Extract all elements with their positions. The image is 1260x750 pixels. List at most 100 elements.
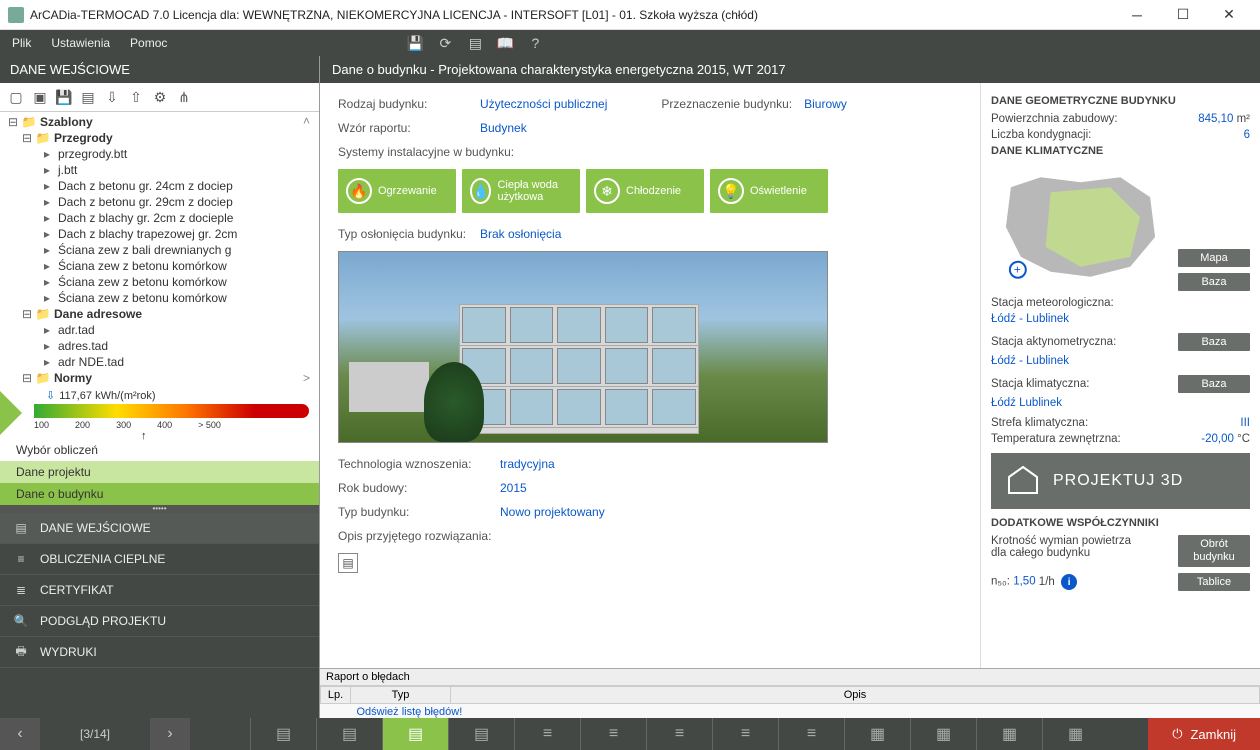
module-wydruki[interactable]: 🖶WYDRUKI — [0, 637, 319, 668]
scroll-up-icon[interactable]: ˄ — [303, 114, 317, 128]
next-page-button[interactable]: › — [150, 718, 190, 750]
bottom-tab-3[interactable]: ▤ — [382, 718, 448, 750]
rok-value[interactable]: 2015 — [500, 481, 527, 495]
tree-item[interactable]: Ściana zew z betonu komórkow — [58, 259, 227, 273]
left-header: DANE WEJŚCIOWE — [0, 56, 319, 83]
tree-item[interactable]: przegrody.btt — [58, 147, 127, 161]
tree-item[interactable]: j.btt — [58, 163, 77, 177]
tree-item[interactable]: adres.tad — [58, 339, 108, 353]
projektuj-3d-button[interactable]: PROJEKTUJ 3D — [991, 453, 1250, 509]
close-window-button[interactable]: ✕ — [1206, 0, 1252, 30]
tablice-button[interactable]: Tablice — [1178, 573, 1250, 591]
prev-page-button[interactable]: ‹ — [0, 718, 40, 750]
rodzaj-value[interactable]: Użyteczności publicznej — [480, 97, 607, 111]
wzor-value[interactable]: Budynek — [480, 121, 527, 135]
maximize-button[interactable]: ☐ — [1160, 0, 1206, 30]
wzor-label: Wzór raportu: — [338, 121, 468, 135]
export-icon[interactable]: ⇧ — [126, 87, 146, 107]
tree-group-normy[interactable]: Normy — [54, 371, 92, 385]
water-icon: 💧 — [470, 178, 491, 204]
baza-button-1[interactable]: Baza — [1178, 273, 1250, 291]
aktyn-value[interactable]: Łódź - Lublinek — [991, 355, 1250, 367]
tree-group-przegrody[interactable]: Przegrody — [54, 131, 113, 145]
baza-button-3[interactable]: Baza — [1178, 375, 1250, 393]
module-dane-wejsciowe[interactable]: ▤DANE WEJŚCIOWE — [0, 513, 319, 544]
folder-icon: 📁 — [36, 132, 50, 144]
system-ogrzewanie[interactable]: 🔥Ogrzewanie — [338, 169, 456, 213]
module-certyfikat[interactable]: ≣CERTYFIKAT — [0, 575, 319, 606]
subtab-wybor[interactable]: Wybór obliczeń — [0, 439, 319, 461]
typ-value[interactable]: Nowo projektowany — [500, 505, 605, 519]
compass-icon[interactable]: ⋔ — [174, 87, 194, 107]
klimat-value[interactable]: Łódź Lublinek — [991, 397, 1250, 409]
bottom-tab-7[interactable]: ≡ — [646, 718, 712, 750]
tree-item[interactable]: Ściana zew z betonu komórkow — [58, 291, 227, 305]
meteo-value[interactable]: Łódź - Lublinek — [991, 313, 1250, 325]
system-oswietlenie[interactable]: 💡Oświetlenie — [710, 169, 828, 213]
tree-item[interactable]: Ściana zew z bali drewnianych g — [58, 243, 231, 257]
open-icon[interactable]: ▣ — [30, 87, 50, 107]
edit-description-button[interactable]: ▤ — [338, 553, 358, 573]
geo-header: DANE GEOMETRYCZNE BUDYNKU — [991, 95, 1250, 107]
menu-settings[interactable]: Ustawienia — [51, 36, 110, 50]
gear-icon[interactable]: ⚙ — [150, 87, 170, 107]
system-chlodzenie[interactable]: ❄Chłodzenie — [586, 169, 704, 213]
save-as-icon[interactable]: ▤ — [78, 87, 98, 107]
bottom-tab-6[interactable]: ≡ — [580, 718, 646, 750]
tree-item[interactable]: Dach z blachy trapezowej gr. 2cm — [58, 227, 237, 241]
bottom-tab-13[interactable]: ▦ — [1042, 718, 1108, 750]
new-icon[interactable]: ▢ — [6, 87, 26, 107]
bottom-tab-4[interactable]: ▤ — [448, 718, 514, 750]
minimize-button[interactable]: ─ — [1114, 0, 1160, 30]
tree-item[interactable]: adr.tad — [58, 323, 95, 337]
tree-item[interactable]: adr NDE.tad — [58, 355, 124, 369]
baza-button-2[interactable]: Baza — [1178, 333, 1250, 351]
bottom-tab-2[interactable]: ▤ — [316, 718, 382, 750]
input-icon: ▤ — [12, 519, 30, 537]
module-obliczenia[interactable]: ≡OBLICZENIA CIEPLNE — [0, 544, 319, 575]
module-podglad[interactable]: 🔍PODGLĄD PROJEKTU — [0, 606, 319, 637]
strefa-label: Strefa klimatyczna: — [991, 417, 1088, 429]
bottom-tab-9[interactable]: ≡ — [778, 718, 844, 750]
climate-map[interactable]: + — [991, 167, 1170, 287]
bottom-tab-10[interactable]: ▦ — [844, 718, 910, 750]
import-icon[interactable]: ⇩ — [102, 87, 122, 107]
tree-item[interactable]: Dach z betonu gr. 29cm z dociep — [58, 195, 233, 209]
refresh-icon[interactable]: ⟳ — [437, 35, 453, 51]
calc-icon: ≡ — [12, 550, 30, 568]
bottom-tab-8[interactable]: ≡ — [712, 718, 778, 750]
subtab-dane-budynku[interactable]: Dane o budynku — [0, 483, 319, 505]
book-icon[interactable]: 📖 — [497, 35, 513, 51]
tree-item[interactable]: Dach z blachy gr. 2cm z docieple — [58, 211, 233, 225]
scroll-right-icon[interactable]: ˃ — [303, 371, 317, 385]
subtab-dane-projektu[interactable]: Dane projektu — [0, 461, 319, 483]
obrot-button[interactable]: Obrót budynku — [1178, 535, 1250, 567]
save-icon[interactable]: 💾 — [54, 87, 74, 107]
przeznaczenie-value[interactable]: Biurowy — [804, 97, 847, 111]
system-cwu[interactable]: 💧Ciepła woda użytkowa — [462, 169, 580, 213]
file-icon: ▸ — [40, 180, 54, 192]
oslon-value[interactable]: Brak osłonięcia — [480, 227, 561, 241]
tree-root[interactable]: Szablony — [40, 115, 93, 129]
doc-icon[interactable]: ▤ — [467, 35, 483, 51]
bottom-tab-5[interactable]: ≡ — [514, 718, 580, 750]
question-icon[interactable]: ? — [527, 35, 543, 51]
menu-help[interactable]: Pomoc — [130, 36, 167, 50]
typ-label: Typ budynku: — [338, 505, 488, 519]
bottom-tab-11[interactable]: ▦ — [910, 718, 976, 750]
bottom-tab-1[interactable]: ▤ — [250, 718, 316, 750]
bottom-tab-12[interactable]: ▦ — [976, 718, 1042, 750]
info-icon[interactable]: i — [1061, 574, 1077, 590]
tree-item[interactable]: Ściana zew z betonu komórkow — [58, 275, 227, 289]
tree-view[interactable]: ⊟📁Szablony ⊟📁Przegrody ▸przegrody.btt ▸j… — [0, 112, 319, 387]
save-icon[interactable]: 💾 — [407, 35, 423, 51]
tree-group-adresowe[interactable]: Dane adresowe — [54, 307, 142, 321]
zamknij-button[interactable]: ⏻Zamknij — [1148, 718, 1260, 750]
mapa-button[interactable]: Mapa — [1178, 249, 1250, 267]
meteo-label: Stacja meteorologiczna: — [991, 297, 1114, 309]
tree-item[interactable]: Dach z betonu gr. 24cm z dociep — [58, 179, 233, 193]
menu-file[interactable]: Plik — [12, 36, 31, 50]
tech-value[interactable]: tradycyjna — [500, 457, 555, 471]
col-lp: Lp. — [321, 687, 351, 704]
splitter[interactable]: ••••• — [0, 505, 319, 513]
